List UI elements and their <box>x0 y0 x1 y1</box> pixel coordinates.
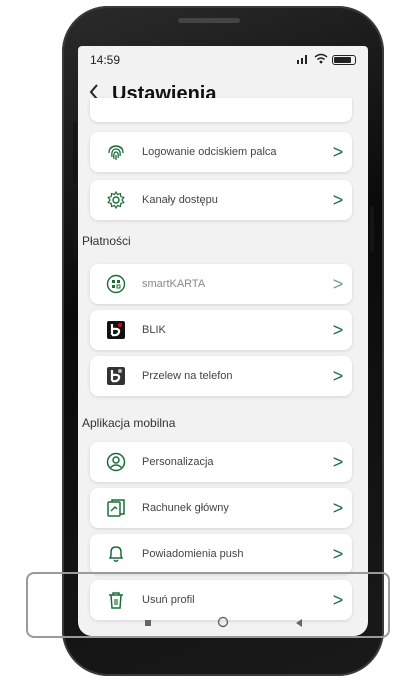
signal-icon <box>296 54 310 67</box>
screen: 14:59 Ustawienia Logowanie odciskiem pal… <box>78 46 368 636</box>
list-item-label: Przelew na telefon <box>142 370 233 382</box>
chevron-right-icon: > <box>332 365 344 386</box>
list-item-label: Personalizacja <box>142 456 214 468</box>
list-item-label: Kanały dostępu <box>142 194 218 206</box>
chevron-right-icon: > <box>332 189 344 210</box>
list-item-smartkarta[interactable]: smartKARTA > <box>90 264 352 304</box>
list-item-label: Powiadomienia push <box>142 548 244 560</box>
list-item-access-channels[interactable]: Kanały dostępu > <box>90 180 352 220</box>
section-heading-mobile-app: Aplikacja mobilna <box>82 416 176 430</box>
chevron-right-icon: > <box>332 543 344 564</box>
status-icons <box>296 53 356 67</box>
battery-icon <box>332 55 356 65</box>
side-button <box>370 206 374 252</box>
wifi-icon <box>314 53 328 67</box>
list-item-push-notifications[interactable]: Powiadomienia push > <box>90 534 352 574</box>
blik-phone-icon <box>104 364 128 388</box>
power-button <box>73 190 77 260</box>
chevron-right-icon: > <box>332 141 344 162</box>
status-time: 14:59 <box>90 53 121 67</box>
list-item-label: Rachunek główny <box>142 502 229 514</box>
bell-icon <box>104 542 128 566</box>
partial-list-item[interactable] <box>90 98 352 122</box>
list-item-fingerprint[interactable]: Logowanie odciskiem palca > <box>90 132 352 172</box>
list-item-label: smartKARTA <box>142 278 206 290</box>
chevron-right-icon: > <box>332 497 344 518</box>
blik-icon <box>104 318 128 342</box>
list-item-phone-transfer[interactable]: Przelew na telefon > <box>90 356 352 396</box>
chevron-right-icon: > <box>332 451 344 472</box>
fingerprint-icon <box>104 140 128 164</box>
volume-button <box>73 122 77 184</box>
speaker-grille <box>178 18 240 23</box>
status-bar: 14:59 <box>78 46 368 74</box>
user-icon <box>104 450 128 474</box>
list-item-main-account[interactable]: Rachunek główny > <box>90 488 352 528</box>
list-item-label: Logowanie odciskiem palca <box>142 146 277 158</box>
list-item-label: BLIK <box>142 324 166 336</box>
list-item-personalization[interactable]: Personalizacja > <box>90 442 352 482</box>
list-icon <box>104 98 128 122</box>
chevron-right-icon: > <box>332 273 344 294</box>
chevron-right-icon: > <box>332 319 344 340</box>
gear-icon <box>104 188 128 212</box>
highlight-frame <box>26 572 390 638</box>
account-icon <box>104 496 128 520</box>
list-item-blik[interactable]: BLIK > <box>90 310 352 350</box>
card-icon <box>104 272 128 296</box>
section-heading-payments: Płatności <box>82 234 131 248</box>
